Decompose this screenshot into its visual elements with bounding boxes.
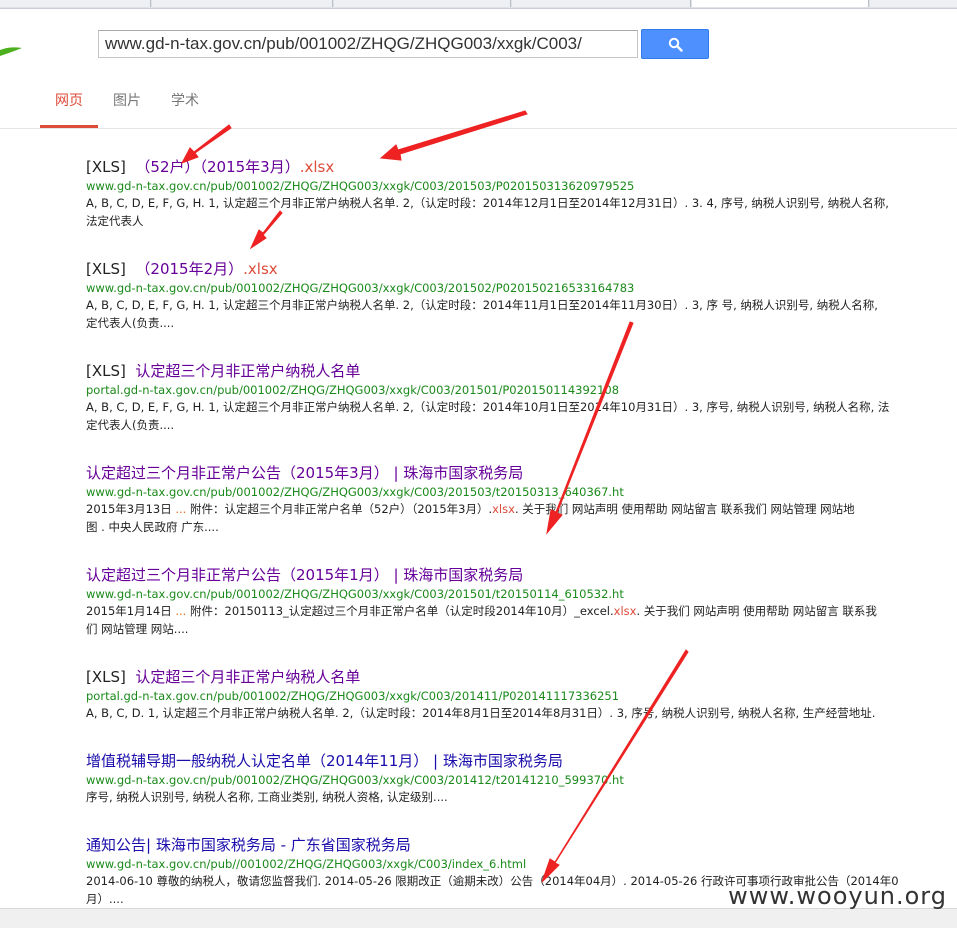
file-type-tag: [XLS] xyxy=(86,158,126,176)
search-input[interactable]: www.gd-n-tax.gov.cn/pub/001002/ZHQG/ZHQG… xyxy=(98,30,638,58)
search-result: 增值税辅导期一般纳税人认定名单（2014年11月） | 珠海市国家税务局 www… xyxy=(86,752,957,806)
result-title-text[interactable]: 认定超三个月非正常户纳税人名单 xyxy=(135,362,360,380)
search-button[interactable] xyxy=(641,29,709,59)
search-type-tabs: 网页 图片 学术 xyxy=(0,80,957,129)
result-url: www.gd-n-tax.gov.cn/pub/001002/ZHQG/ZHQG… xyxy=(86,485,624,499)
snippet-text: . 关于我们 网站声明 使用帮助 网站留言 联系我 xyxy=(636,604,877,618)
search-result: [XLS] （2015年2月）.xlsx www.gd-n-tax.gov.cn… xyxy=(86,260,957,332)
snippet-text: 附件：认定超三个月非正常户名单（52户）（2015年3月）. xyxy=(186,502,493,516)
browser-tab[interactable] xyxy=(870,0,957,7)
snippet-text: 附件：20150113_认定超过三个月非正常户名单（认定时段2014年10月）_… xyxy=(186,604,614,618)
browser-tab[interactable] xyxy=(152,0,333,7)
tab-scholar[interactable]: 学术 xyxy=(156,90,214,128)
snippet-ellipsis: ... xyxy=(175,604,187,618)
result-title-text[interactable]: 认定超三个月非正常户纳税人名单 xyxy=(135,668,360,686)
result-snippet: 们 网站管理 网站.... xyxy=(86,622,189,636)
result-snippet: 图 . 中央人民政府 广东.... xyxy=(86,520,219,534)
search-result: [XLS] （52户）（2015年3月）.xlsx www.gd-n-tax.g… xyxy=(86,158,957,230)
result-title-link[interactable]: [XLS] （2015年2月）.xlsx xyxy=(86,260,957,278)
snippet-text: . 关于我们 网站声明 使用帮助 网站留言 联系我们 网站管理 网站地 xyxy=(514,502,855,516)
result-snippet: A, B, C, D, E, F, G, H. 1, 认定超三个月非正常户纳税人… xyxy=(86,298,878,312)
result-title-link[interactable]: [XLS] （52户）（2015年3月）.xlsx xyxy=(86,158,957,176)
browser-tab[interactable] xyxy=(0,0,151,7)
result-url: www.gd-n-tax.gov.cn/pub//001002/ZHQG/ZHQ… xyxy=(86,857,527,871)
result-snippet: 2015年1月14日 ... 附件：20150113_认定超过三个月非正常户名单… xyxy=(86,602,957,620)
file-type-tag: [XLS] xyxy=(86,260,126,278)
watermark: www.wooyun.org xyxy=(728,882,947,910)
status-bar xyxy=(0,908,957,928)
browser-tab[interactable] xyxy=(334,0,511,7)
snippet-highlight: xlsx xyxy=(613,604,637,618)
result-snippet: A, B, C, D, E, F, G, H. 1, 认定超三个月非正常户纳税人… xyxy=(86,196,889,210)
search-result: [XLS] 认定超三个月非正常户纳税人名单 portal.gd-n-tax.go… xyxy=(86,668,957,722)
result-url: www.gd-n-tax.gov.cn/pub/001002/ZHQG/ZHQG… xyxy=(86,773,624,787)
result-url: www.gd-n-tax.gov.cn/pub/001002/ZHQG/ZHQG… xyxy=(86,587,624,601)
result-title-link[interactable]: 认定超过三个月非正常户公告（2015年1月） | 珠海市国家税务局 xyxy=(86,566,957,584)
browser-tab[interactable] xyxy=(512,0,691,7)
result-snippet: 2015年3月13日 ... 附件：认定超三个月非正常户名单（52户）（2015… xyxy=(86,500,957,518)
result-title-link[interactable]: 认定超过三个月非正常户公告（2015年3月） | 珠海市国家税务局 xyxy=(86,464,957,482)
tab-images[interactable]: 图片 xyxy=(100,90,154,128)
result-snippet: 定代表人(负责.... xyxy=(86,316,175,330)
search-result: [XLS] 认定超三个月非正常户纳税人名单 portal.gd-n-tax.go… xyxy=(86,362,957,434)
result-title-ext[interactable]: .xlsx xyxy=(243,260,278,278)
search-result: 认定超过三个月非正常户公告（2015年3月） | 珠海市国家税务局 www.gd… xyxy=(86,464,957,536)
result-url: www.gd-n-tax.gov.cn/pub/001002/ZHQG/ZHQG… xyxy=(86,281,635,295)
file-type-tag: [XLS] xyxy=(86,668,126,686)
result-date: 2015年3月13日 xyxy=(86,502,172,516)
file-type-tag: [XLS] xyxy=(86,362,126,380)
result-title-link[interactable]: 增值税辅导期一般纳税人认定名单（2014年11月） | 珠海市国家税务局 xyxy=(86,752,957,770)
result-title-link[interactable]: [XLS] 认定超三个月非正常户纳税人名单 xyxy=(86,362,957,380)
result-title-ext[interactable]: .xlsx xyxy=(300,158,335,176)
tab-web[interactable]: 网页 xyxy=(40,90,98,128)
snippet-highlight: xlsx xyxy=(492,502,515,516)
result-url: portal.gd-n-tax.gov.cn/pub/001002/ZHQG/Z… xyxy=(86,689,620,703)
result-url: www.gd-n-tax.gov.cn/pub/001002/ZHQG/ZHQG… xyxy=(86,179,635,193)
result-snippet: 序号, 纳税人识别号, 纳税人名称, 工商业类别, 纳税人资格, 认定级别...… xyxy=(86,790,448,804)
browser-tab-active[interactable] xyxy=(692,0,869,7)
result-snippet: 法定代表人 xyxy=(86,214,144,228)
browser-tab-strip xyxy=(0,0,957,9)
search-result: 认定超过三个月非正常户公告（2015年1月） | 珠海市国家税务局 www.gd… xyxy=(86,566,957,638)
logo-icon[interactable] xyxy=(0,44,22,58)
result-title-link[interactable]: 通知公告| 珠海市国家税务局 - 广东省国家税务局 xyxy=(86,836,957,854)
result-title-text[interactable]: （52户）（2015年3月） xyxy=(135,158,299,176)
result-title-text[interactable]: （2015年2月） xyxy=(135,260,243,278)
result-snippet: 定代表人(负责.... xyxy=(86,418,175,432)
snippet-ellipsis: ... xyxy=(175,502,187,516)
result-snippet: A, B, C, D. 1, 认定超三个月非正常户纳税人名单. 2,（认定时段：… xyxy=(86,706,876,720)
result-date: 2015年1月14日 xyxy=(86,604,172,618)
result-title-link[interactable]: [XLS] 认定超三个月非正常户纳税人名单 xyxy=(86,668,957,686)
search-icon xyxy=(668,37,683,52)
result-url: portal.gd-n-tax.gov.cn/pub/001002/ZHQG/Z… xyxy=(86,383,620,397)
result-snippet: A, B, C, D, E, F, G, H. 1, 认定超三个月非正常户纳税人… xyxy=(86,400,890,414)
